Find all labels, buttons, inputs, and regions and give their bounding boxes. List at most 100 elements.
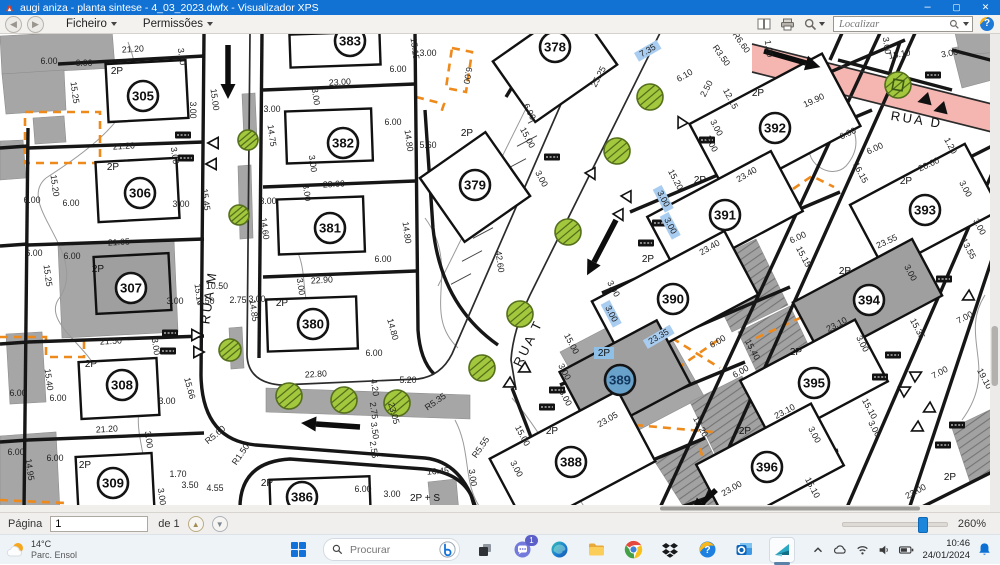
onedrive-icon[interactable] [832, 543, 848, 557]
chevron-down-icon [963, 22, 969, 26]
dimension-label: 23.00 [323, 178, 346, 189]
previous-page-button[interactable]: ▲ [187, 516, 204, 532]
teams-app[interactable]: 1 [510, 534, 538, 562]
weather-temp: 14°C [31, 539, 52, 550]
minimize-button[interactable]: – [913, 0, 942, 15]
dimension-label: 6.00 [9, 388, 26, 398]
lot-number-383: 383 [339, 34, 361, 49]
app-icon [5, 3, 14, 12]
maximize-button[interactable]: ▢ [942, 0, 971, 15]
dimension-label: 6.00 [23, 195, 40, 205]
dimension-label: 22.80 [305, 368, 328, 379]
permissions-menu-label: Permissões [142, 18, 203, 30]
v-scrollbar-track[interactable] [990, 33, 1000, 512]
lot-number-390: 390 [662, 292, 684, 307]
dropbox-app[interactable] [658, 538, 682, 562]
help-button[interactable]: ? [980, 17, 994, 31]
find-input[interactable] [837, 17, 949, 31]
volume-icon[interactable] [877, 543, 891, 557]
tray-date: 24/01/2024 [922, 549, 970, 561]
bing-icon [439, 541, 456, 558]
page-count-label: de 1 [158, 518, 180, 530]
taskbar: 14°C Parc. Ensol Procurar 1 ? 10:46 24/0… [0, 534, 1000, 565]
dimension-label: 3.00 [259, 196, 276, 206]
file-explorer-app[interactable] [584, 538, 608, 562]
file-menu[interactable]: Ficheiro [62, 17, 121, 31]
outlook-icon [736, 543, 752, 555]
outlook-app[interactable] [732, 538, 756, 562]
wifi-icon[interactable] [855, 543, 870, 557]
floors-label: 2P [790, 347, 803, 358]
lot-number-308: 308 [111, 378, 133, 393]
dimension-label: 21.05 [108, 236, 131, 247]
title-bar: augi aniza - planta sintese - 4_03_2023.… [0, 0, 1000, 15]
chevron-down-icon [110, 22, 117, 26]
tray-time: 10:46 [946, 537, 970, 549]
dimension-label: 2.75 [229, 295, 246, 305]
get-help-app[interactable]: ? [695, 538, 719, 562]
toolbar: ◀ ▶ Ficheiro Permissões Localizar ? [0, 15, 1000, 34]
edge-app[interactable] [547, 538, 571, 562]
lot-number-392: 392 [764, 121, 786, 136]
lot-number-394: 394 [858, 293, 881, 308]
dropbox-icon [662, 542, 678, 558]
task-view-button[interactable] [473, 538, 497, 562]
floors-label: 2P [111, 66, 124, 77]
weather-widget[interactable]: 14°C Parc. Ensol [6, 539, 77, 560]
clock-widget[interactable]: 10:46 24/01/2024 [922, 538, 970, 562]
lot-number-396: 396 [756, 460, 778, 475]
start-button[interactable] [286, 538, 310, 562]
lot-number-389: 389 [609, 373, 631, 388]
h-scrollbar-thumb[interactable] [660, 506, 920, 511]
lot-boundary [0, 438, 29, 444]
lot-number-391: 391 [714, 208, 736, 223]
dimension-label: 21.50 [100, 335, 123, 346]
pages-icon [757, 18, 771, 29]
floors-label: 2P [85, 359, 98, 370]
battery-icon[interactable] [898, 543, 915, 557]
thumbnails-button[interactable] [756, 17, 772, 31]
dimension-label: 6.00 [354, 484, 371, 494]
permissions-menu[interactable]: Permissões [139, 17, 217, 31]
zoom-slider-thumb[interactable] [917, 516, 928, 533]
lot-number-379: 379 [464, 178, 486, 193]
search-icon [332, 544, 343, 555]
forward-button[interactable]: ▶ [27, 15, 44, 33]
zoom-tool-button[interactable] [802, 17, 826, 31]
taskbar-search[interactable] [323, 538, 460, 561]
lot-boundary [0, 242, 29, 248]
close-button[interactable]: ✕ [971, 0, 1000, 15]
svg-text:?: ? [704, 545, 710, 556]
dimension-label: 6.00 [389, 64, 406, 74]
chrome-app[interactable] [621, 538, 645, 562]
xps-viewer-app[interactable] [769, 536, 795, 565]
page-number-input[interactable] [50, 516, 149, 532]
dimension-label: 6.00 [46, 453, 63, 463]
floors-label: 2P [92, 264, 105, 275]
help-icon: ? [699, 541, 715, 558]
teams-notification-badge: 1 [525, 534, 538, 546]
dimension-label: 3.00 [172, 199, 189, 209]
floors-label: 2P + S [410, 493, 440, 504]
lot-number-381: 381 [319, 221, 341, 236]
taskbar-search-input[interactable] [348, 542, 434, 557]
tray-chevron-icon[interactable] [811, 543, 825, 557]
v-scrollbar-thumb[interactable] [991, 326, 999, 386]
next-page-button[interactable]: ▼ [211, 516, 228, 532]
floors-label: 2P [461, 128, 474, 139]
document-canvas[interactable]: 305 306 307 308 309 383 382 381 380 386 378 379 392 3… [0, 2, 1000, 531]
back-button[interactable]: ◀ [5, 15, 22, 33]
grey-building [1, 69, 67, 115]
dimension-label: 21.20 [113, 140, 136, 151]
dimension-label: 6.00 [75, 58, 92, 68]
zoom-slider[interactable] [841, 516, 948, 533]
zoom-level: 260% [957, 518, 986, 530]
notifications-bell-icon[interactable] [977, 542, 992, 557]
floors-label: 2P [694, 175, 707, 186]
dimension-label: 6.00 [25, 248, 42, 258]
magnifier-icon [804, 18, 816, 30]
print-button[interactable] [779, 17, 795, 31]
lot-boundary [0, 340, 29, 346]
dimension-label: 3.00 [158, 396, 175, 406]
lot-number-386: 386 [291, 490, 313, 505]
